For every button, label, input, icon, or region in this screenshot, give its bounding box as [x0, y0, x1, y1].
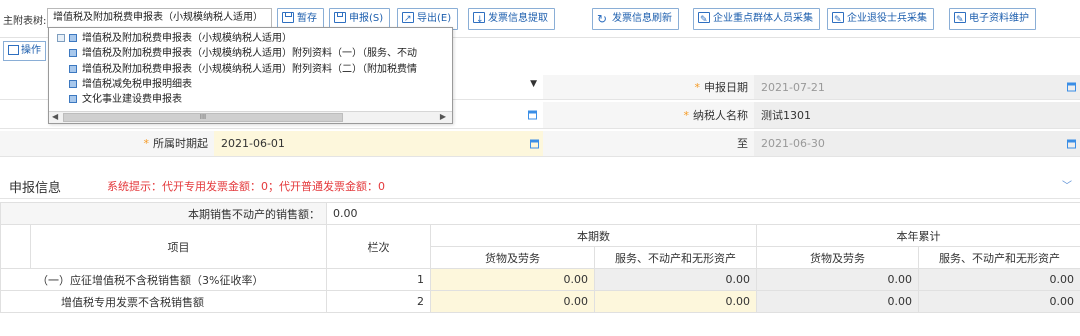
invoice-extract-button[interactable]: 发票信息提取 — [468, 8, 555, 30]
operate-button[interactable]: 操作 — [3, 41, 46, 61]
edit-icon — [698, 10, 710, 30]
extract-icon — [473, 10, 485, 30]
veteran-collect-button[interactable]: 企业退役士兵采集 — [827, 8, 934, 30]
value-cell: 0.00 — [918, 268, 1080, 291]
form-row-3: * 所属时期起 2021-06-01 至 2021-06-30 — [0, 131, 1080, 157]
tree-item[interactable]: 文化事业建设费申报表 — [49, 92, 452, 107]
e-data-maintain-button[interactable]: 电子资料维护 — [949, 8, 1036, 30]
col-ytd-header: 本年累计 — [756, 224, 1080, 247]
col-line-header: 栏次 — [326, 224, 431, 269]
section-title: 申报信息 — [9, 181, 62, 196]
col-goods-header: 货物及劳务 — [430, 246, 595, 269]
save-icon — [282, 12, 294, 23]
form-tree-dropdown: 增值税及附加税费申报表（小规模纳税人适用） 增值税及附加税费申报表（小规模纳税人… — [48, 27, 453, 124]
calendar-icon[interactable] — [1067, 139, 1076, 148]
row-item: （一）应征增值税不含税销售额（3%征收率） — [0, 268, 327, 291]
tree-item[interactable]: 增值税减免税申报明细表 — [49, 77, 452, 92]
col-current-header: 本期数 — [430, 224, 757, 247]
scroll-left-icon[interactable]: ◀ — [52, 112, 58, 121]
export-icon — [402, 9, 414, 29]
declare-date-field: 2021-07-21 — [754, 75, 1080, 99]
realestate-sales-value: 0.00 — [326, 202, 1080, 225]
value-cell: 0.00 — [594, 268, 757, 291]
col-item-header: 项目 — [30, 224, 327, 269]
declare-table: 本期销售不动产的销售额： 0.00 项目 栏次 本期数 本年累计 货物及劳务 服… — [0, 202, 1080, 313]
declare-date-label: * 申报日期 — [543, 75, 754, 99]
document-icon — [69, 80, 77, 88]
tree-item[interactable]: 增值税及附加税费申报表（小规模纳税人适用）附列资料（二）（附加税费情 — [49, 62, 452, 77]
value-cell[interactable]: 0.00 — [430, 290, 595, 313]
refresh-icon — [597, 9, 609, 29]
tree-item[interactable]: 增值税及附加税费申报表（小规模纳税人适用）附列资料（一）（服务、不动 — [49, 46, 452, 61]
edit-icon — [832, 10, 844, 30]
document-icon — [8, 45, 19, 55]
key-group-collect-button[interactable]: 企业重点群体人员采集 — [693, 8, 820, 30]
document-icon — [69, 65, 77, 73]
row-line: 2 — [326, 290, 431, 313]
tree-expand-icon[interactable] — [57, 34, 65, 42]
period-end-field: 2021-06-30 — [754, 131, 1080, 156]
value-cell[interactable]: 0.00 — [430, 268, 595, 291]
chevron-down-icon[interactable]: ▼ — [530, 79, 537, 89]
save-icon — [334, 12, 346, 23]
col-services-header: 服务、不动产和无形资产 — [918, 246, 1080, 269]
period-start-field[interactable]: 2021-06-01 — [214, 131, 543, 156]
calendar-icon[interactable] — [530, 139, 539, 148]
table-row: （一）应征增值税不含税销售额（3%征收率） 1 0.00 0.00 0.00 0… — [0, 268, 1080, 291]
form-select[interactable]: 增值税及附加税费申报表（小规模纳税人适用） ▼ — [47, 8, 285, 28]
invoice-refresh-button[interactable]: 发票信息刷新 — [592, 8, 679, 30]
row-item: 增值税专用发票不含税销售额 — [0, 290, 327, 313]
scroll-thumb[interactable]: III — [63, 113, 343, 122]
form-select-value: 增值税及附加税费申报表（小规模纳税人适用） — [53, 12, 263, 23]
col-goods-header: 货物及劳务 — [756, 246, 919, 269]
value-cell: 0.00 — [918, 290, 1080, 313]
row-line: 1 — [326, 268, 431, 291]
chevron-down-icon[interactable]: ﹀ — [1062, 177, 1072, 192]
table-gutter — [0, 224, 31, 269]
edit-icon — [954, 10, 966, 30]
tree-item[interactable]: 增值税及附加税费申报表（小规模纳税人适用） — [49, 31, 452, 46]
table-row: 增值税专用发票不含税销售额 2 0.00 0.00 0.00 0.00 — [0, 290, 1080, 313]
taxpayer-name-field: 测试1301 — [754, 102, 1080, 128]
declare-info-section: 申报信息 系统提示：代开专用发票金额：0；代开普通发票金额：0 ﹀ — [0, 171, 1080, 199]
document-icon — [69, 49, 77, 57]
col-services-header: 服务、不动产和无形资产 — [594, 246, 757, 269]
horizontal-scrollbar[interactable]: ◀ III ▶ — [49, 111, 452, 123]
value-cell: 0.00 — [756, 290, 919, 313]
period-start-label: * 所属时期起 — [0, 131, 214, 156]
realestate-sales-label: 本期销售不动产的销售额： — [0, 202, 327, 225]
document-icon — [69, 34, 77, 42]
attach-tree-label: 主附表树: — [3, 16, 47, 27]
scroll-right-icon[interactable]: ▶ — [440, 112, 446, 121]
calendar-icon[interactable] — [528, 110, 537, 120]
system-hint: 系统提示：代开专用发票金额：0；代开普通发票金额：0 — [107, 180, 385, 193]
value-cell[interactable]: 0.00 — [594, 290, 757, 313]
value-cell: 0.00 — [756, 268, 919, 291]
period-end-label: 至 — [543, 131, 754, 156]
document-icon — [69, 95, 77, 103]
calendar-icon[interactable] — [1067, 82, 1076, 92]
taxpayer-name-label: * 纳税人名称 — [543, 102, 754, 128]
